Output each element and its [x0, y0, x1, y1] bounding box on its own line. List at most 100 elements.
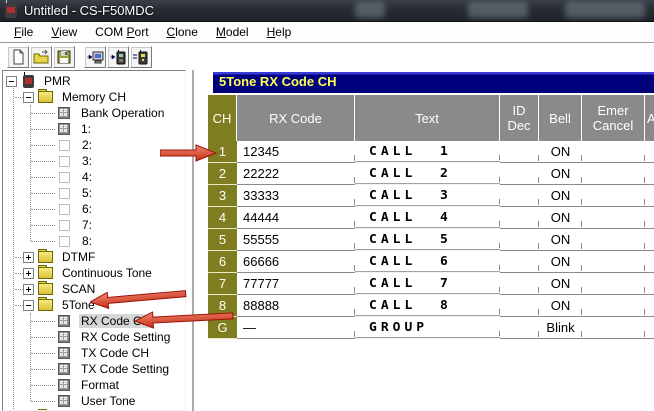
- rx-code-cell[interactable]: 22222: [237, 163, 355, 185]
- clone-info-button[interactable]: [130, 46, 152, 68]
- tree-item-label: Continuous Tone: [60, 266, 154, 280]
- tree-item-ch7[interactable]: 7:: [3, 217, 185, 233]
- save-file-button[interactable]: [53, 46, 75, 68]
- new-file-button[interactable]: [7, 46, 29, 68]
- tree-item-tx-code-setting[interactable]: TX Code Setting: [3, 361, 185, 377]
- menu-file[interactable]: File: [5, 23, 42, 42]
- rx-code-cell[interactable]: 88888: [237, 295, 355, 317]
- rx-code-cell[interactable]: 66666: [237, 251, 355, 273]
- clone-write-button[interactable]: [107, 46, 129, 68]
- rx-code-cell[interactable]: 12345: [237, 141, 355, 163]
- tree-item-ch6[interactable]: 6:: [3, 201, 185, 217]
- bell-cell[interactable]: ON: [539, 295, 582, 317]
- id-dec-cell[interactable]: [500, 229, 539, 251]
- emer-cancel-cell[interactable]: [582, 229, 645, 251]
- tree-item-ch4[interactable]: 4:: [3, 169, 185, 185]
- empty-icon: [59, 156, 70, 167]
- emer-cancel-cell[interactable]: [582, 207, 645, 229]
- text-cell[interactable]: CALL 7: [355, 274, 500, 294]
- expand-icon[interactable]: [23, 284, 34, 295]
- bell-cell[interactable]: ON: [539, 251, 582, 273]
- text-cell[interactable]: CALL 1: [355, 142, 500, 162]
- id-dec-cell[interactable]: [500, 207, 539, 229]
- rx-code-cell[interactable]: —: [237, 317, 355, 339]
- panel-splitter[interactable]: [192, 70, 194, 411]
- partial-cell: [645, 229, 654, 251]
- menu-mnemonic: V: [51, 25, 59, 39]
- menu-text: elp: [275, 25, 291, 39]
- table-row-group: G — GROUP Blink: [208, 317, 654, 339]
- bell-cell[interactable]: ON: [539, 185, 582, 207]
- text-cell[interactable]: CALL 5: [355, 230, 500, 250]
- clone-read-button[interactable]: [84, 46, 106, 68]
- tree-item-rx-code-setting[interactable]: RX Code Setting: [3, 329, 185, 345]
- menu-clone[interactable]: Clone: [158, 23, 207, 42]
- tree-item-ch3[interactable]: 3:: [3, 153, 185, 169]
- id-dec-cell[interactable]: [500, 185, 539, 207]
- tree-item-user-tone[interactable]: User Tone: [3, 393, 185, 409]
- tree-item-label: TX Code Setting: [79, 362, 171, 376]
- tree-item-ch5[interactable]: 5:: [3, 185, 185, 201]
- tree-item-bank-operation[interactable]: Bank Operation: [3, 105, 185, 121]
- emer-cancel-cell[interactable]: [582, 295, 645, 317]
- text-cell[interactable]: CALL 3: [355, 186, 500, 206]
- tree-item-ch1[interactable]: 1:: [3, 121, 185, 137]
- header-label: Emer: [597, 103, 628, 118]
- text-cell[interactable]: CALL 4: [355, 208, 500, 228]
- tree-item-label: 5:: [80, 186, 94, 200]
- text-cell[interactable]: GROUP: [355, 318, 500, 338]
- menu-com-port[interactable]: COM Port: [86, 23, 157, 42]
- tree-item-dtmf[interactable]: DTMF: [3, 249, 185, 265]
- collapse-icon[interactable]: [23, 92, 34, 103]
- tree-item-continuous-tone[interactable]: Continuous Tone: [3, 265, 185, 281]
- bell-cell[interactable]: Blink: [539, 317, 582, 339]
- id-dec-cell[interactable]: [500, 273, 539, 295]
- tree-item-label: Memory CH: [60, 90, 128, 104]
- window-titlebar[interactable]: Untitled - CS-F50MDC: [0, 0, 654, 22]
- menu-model[interactable]: Model: [207, 23, 258, 42]
- rx-code-cell[interactable]: 77777: [237, 273, 355, 295]
- id-dec-cell[interactable]: [500, 141, 539, 163]
- bell-cell[interactable]: ON: [539, 273, 582, 295]
- clone-read-pc-icon: [86, 49, 104, 65]
- emer-cancel-cell[interactable]: [582, 185, 645, 207]
- bell-cell[interactable]: ON: [539, 229, 582, 251]
- tree-item-format[interactable]: Format: [3, 377, 185, 393]
- id-dec-cell[interactable]: [500, 317, 539, 339]
- emer-cancel-cell[interactable]: [582, 141, 645, 163]
- collapse-icon[interactable]: [6, 76, 17, 87]
- id-dec-cell[interactable]: [500, 163, 539, 185]
- id-dec-cell[interactable]: [500, 251, 539, 273]
- emer-cancel-cell[interactable]: [582, 317, 645, 339]
- bell-cell[interactable]: ON: [539, 207, 582, 229]
- folder-icon: [38, 251, 53, 263]
- emer-cancel-cell[interactable]: [582, 251, 645, 273]
- expand-icon[interactable]: [23, 252, 34, 263]
- window-title: Untitled - CS-F50MDC: [24, 3, 154, 18]
- collapse-icon[interactable]: [23, 300, 34, 311]
- menu-view[interactable]: View: [42, 23, 86, 42]
- text-cell[interactable]: CALL 2: [355, 164, 500, 184]
- text-cell[interactable]: CALL 6: [355, 252, 500, 272]
- bell-cell[interactable]: ON: [539, 163, 582, 185]
- expand-icon[interactable]: [23, 268, 34, 279]
- text-cell[interactable]: CALL 8: [355, 296, 500, 316]
- emer-cancel-cell[interactable]: [582, 163, 645, 185]
- open-file-button[interactable]: [30, 46, 52, 68]
- rx-code-table: CH RX Code Text IDDec Bell EmerCancel A …: [208, 95, 654, 339]
- rx-code-cell[interactable]: 44444: [237, 207, 355, 229]
- tree-item-ch8[interactable]: 8:: [3, 233, 185, 249]
- table-row-8: 8 88888 CALL 8 ON: [208, 295, 654, 317]
- tree-item-label: Format: [79, 378, 121, 392]
- empty-icon: [59, 172, 70, 183]
- tree-item-ch2[interactable]: 2:: [3, 137, 185, 153]
- emer-cancel-cell[interactable]: [582, 273, 645, 295]
- id-dec-cell[interactable]: [500, 295, 539, 317]
- tree-item-memory-ch[interactable]: Memory CH: [3, 89, 185, 105]
- tree-item-pmr[interactable]: PMR: [3, 73, 185, 89]
- menu-help[interactable]: Help: [258, 23, 301, 42]
- tree-item-tx-code-ch[interactable]: TX Code CH: [3, 345, 185, 361]
- rx-code-cell[interactable]: 55555: [237, 229, 355, 251]
- bell-cell[interactable]: ON: [539, 141, 582, 163]
- rx-code-cell[interactable]: 33333: [237, 185, 355, 207]
